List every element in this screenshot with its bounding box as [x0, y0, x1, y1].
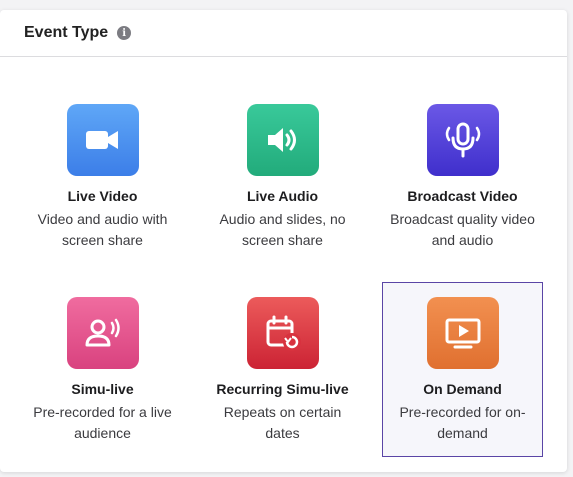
user-broadcast-icon — [66, 297, 139, 369]
card-title: Simu-live — [71, 381, 134, 397]
event-type-card-broadcast-video[interactable]: Broadcast Video Broadcast quality video … — [382, 89, 543, 264]
card-title: Broadcast Video — [407, 188, 518, 204]
microphone-icon — [426, 104, 499, 176]
card-description: Video and audio with screen share — [37, 211, 168, 248]
event-type-card-on-demand[interactable]: On Demand Pre-recorded for on-demand — [382, 282, 543, 457]
panel-header: Event Type i — [0, 10, 567, 57]
speaker-icon — [246, 104, 319, 176]
card-description: Pre-recorded for on-demand — [399, 404, 526, 441]
event-type-card-live-video[interactable]: Live Video Video and audio with screen s… — [22, 89, 183, 264]
card-title: On Demand — [423, 381, 502, 397]
card-title: Live Video — [67, 188, 138, 204]
card-description: Repeats on certain dates — [223, 404, 342, 441]
panel-title: Event Type — [24, 24, 109, 41]
event-type-card-live-audio[interactable]: Live Audio Audio and slides, no screen s… — [202, 89, 363, 264]
play-screen-icon — [426, 297, 499, 369]
card-title: Live Audio — [246, 188, 319, 204]
event-type-card-recurring-simu-live[interactable]: Recurring Simu-live Repeats on certain d… — [202, 282, 363, 457]
card-description: Audio and slides, no screen share — [219, 211, 346, 248]
video-camera-icon — [66, 104, 139, 176]
card-description: Broadcast quality video and audio — [390, 211, 535, 248]
card-description: Pre-recorded for a live audience — [33, 404, 172, 441]
calendar-repeat-icon — [246, 297, 319, 369]
info-icon[interactable]: i — [117, 26, 132, 40]
event-type-card-simu-live[interactable]: Simu-live Pre-recorded for a live audien… — [22, 282, 183, 457]
event-type-panel: Event Type i Live Video Video and audio … — [0, 10, 567, 472]
card-title: Recurring Simu-live — [216, 381, 349, 397]
